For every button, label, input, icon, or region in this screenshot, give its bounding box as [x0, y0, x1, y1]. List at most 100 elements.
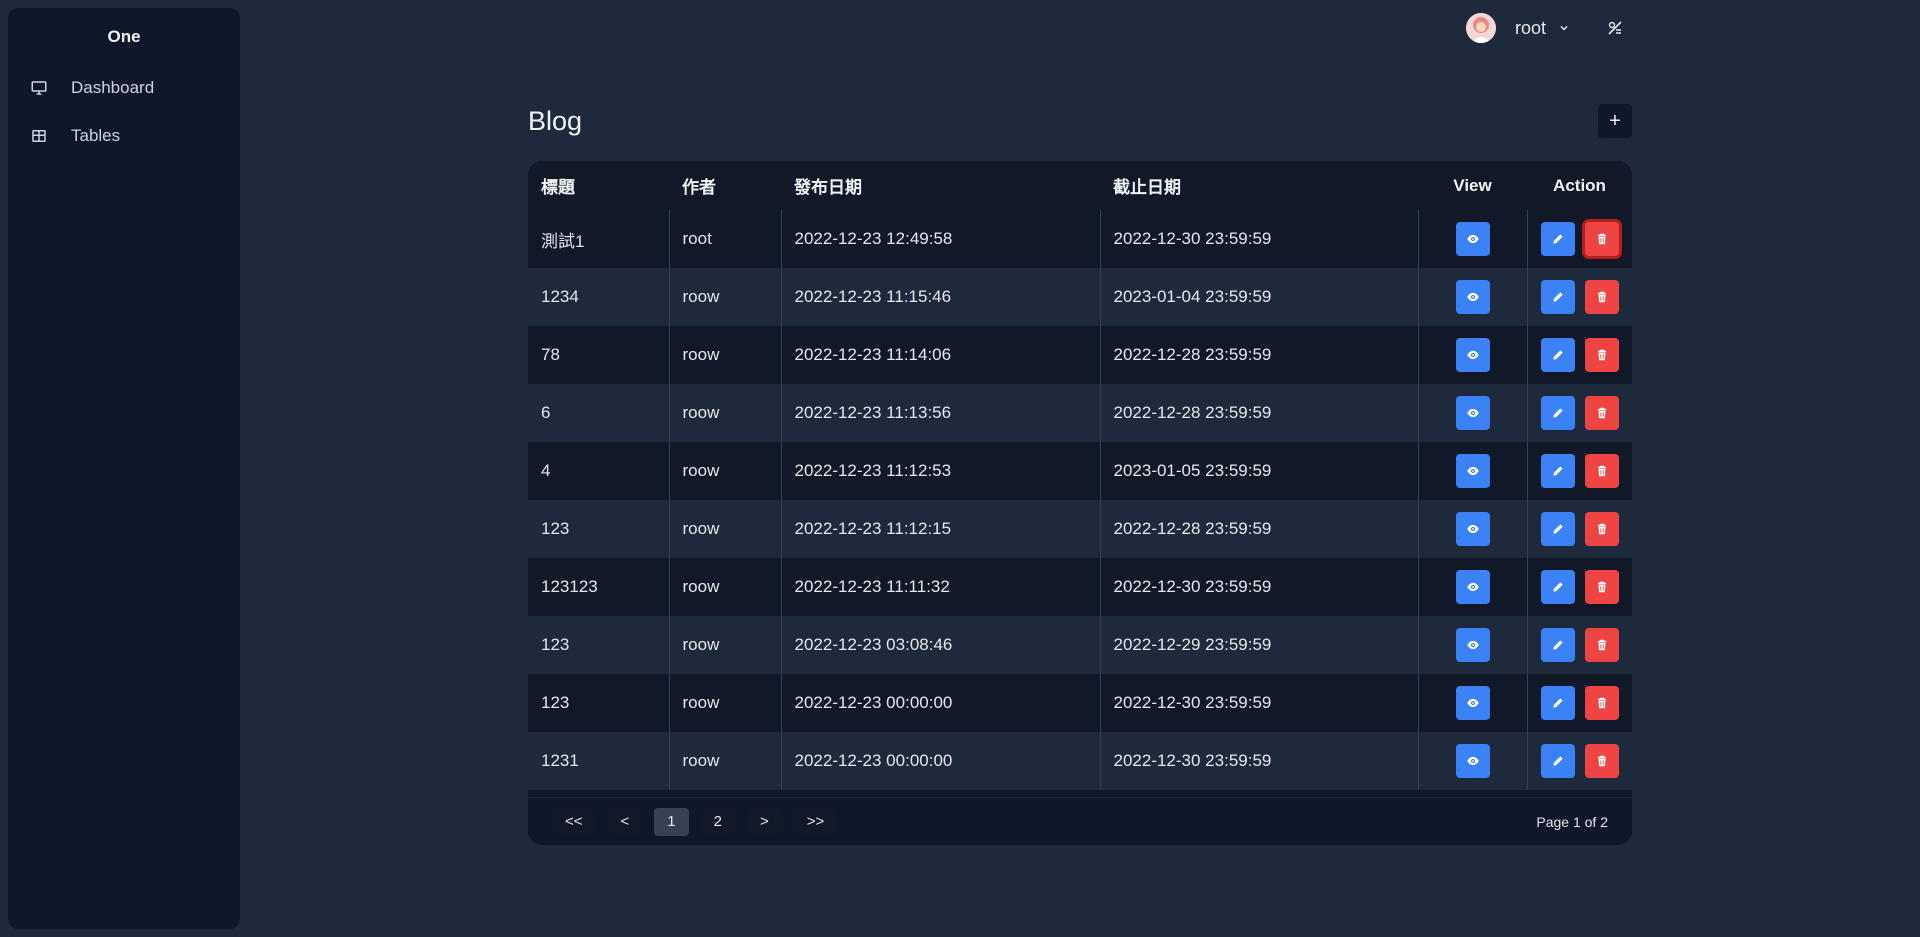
column-header-action: Action: [1527, 161, 1632, 210]
pencil-icon: [1551, 406, 1565, 420]
avatar[interactable]: [1466, 13, 1496, 43]
view-button[interactable]: [1455, 222, 1490, 256]
cell-view: [1417, 732, 1527, 790]
eye-icon: [1466, 232, 1480, 246]
table-row: 123 roow 2022-12-23 03:08:46 2022-12-29 23:…: [528, 616, 1632, 674]
pencil-icon: [1551, 232, 1565, 246]
view-button[interactable]: [1455, 396, 1490, 430]
trash-icon: [1595, 348, 1609, 362]
cell-deadline: 2023-01-04 23:59:59: [1099, 268, 1418, 326]
add-post-button[interactable]: +: [1598, 104, 1632, 138]
view-button[interactable]: [1455, 686, 1490, 720]
cell-published: 2022-12-23 11:15:46: [780, 268, 1100, 326]
cell-view: [1417, 268, 1527, 326]
column-header-author: 作者: [669, 161, 781, 210]
eye-icon: [1466, 522, 1480, 536]
table-icon: [30, 127, 48, 145]
cell-published: 2022-12-23 12:49:58: [780, 210, 1100, 268]
table-header-row: 標題 作者 發布日期 截止日期 View Action: [528, 161, 1632, 210]
blog-table-card: 標題 作者 發布日期 截止日期 View Action 測試1 root 2022-…: [528, 161, 1632, 845]
top-bar: root: [1466, 12, 1624, 44]
cell-title: 123123: [528, 558, 669, 616]
delete-button[interactable]: [1584, 744, 1619, 778]
sidebar-item-dashboard[interactable]: Dashboard: [8, 64, 240, 112]
trash-icon: [1595, 464, 1609, 478]
cell-view: [1417, 210, 1527, 268]
delete-button[interactable]: [1584, 396, 1619, 430]
edit-button[interactable]: [1540, 628, 1575, 662]
cell-author: roow: [668, 500, 781, 558]
cell-author: root: [668, 210, 781, 268]
sidebar-item-tables[interactable]: Tables: [8, 112, 240, 160]
table-row: 測試1 root 2022-12-23 12:49:58 2022-12-30 23:…: [528, 210, 1632, 268]
cell-author: roow: [668, 616, 781, 674]
delete-button[interactable]: [1584, 454, 1619, 488]
page-button-1[interactable]: 1: [654, 807, 689, 836]
next-page-button[interactable]: >: [746, 807, 782, 836]
view-button[interactable]: [1455, 454, 1490, 488]
table-row: 123 roow 2022-12-23 11:12:15 2022-12-28 23:…: [528, 500, 1632, 558]
delete-button[interactable]: [1584, 222, 1619, 256]
eye-icon: [1466, 348, 1480, 362]
blog-table: 標題 作者 發布日期 截止日期 View Action 測試1 root 2022-…: [528, 161, 1632, 790]
chevron-down-icon[interactable]: [1558, 22, 1570, 34]
cell-action: [1526, 268, 1632, 326]
page-button-2[interactable]: 2: [700, 807, 735, 836]
edit-button[interactable]: [1540, 570, 1575, 604]
delete-button[interactable]: [1584, 512, 1619, 546]
theme-toggle-icon[interactable]: [1606, 19, 1624, 37]
page-info: Page 1 of 2: [1536, 814, 1608, 830]
delete-button[interactable]: [1584, 570, 1619, 604]
cell-title: 1231: [528, 732, 669, 790]
cell-author: roow: [668, 732, 781, 790]
edit-button[interactable]: [1540, 744, 1575, 778]
view-button[interactable]: [1455, 280, 1490, 314]
prev-page-button[interactable]: <: [607, 807, 643, 836]
pencil-icon: [1551, 464, 1565, 478]
cell-deadline: 2022-12-30 23:59:59: [1099, 732, 1418, 790]
view-button[interactable]: [1455, 744, 1490, 778]
edit-button[interactable]: [1540, 454, 1575, 488]
username[interactable]: root: [1515, 18, 1546, 39]
cell-title: 4: [528, 442, 669, 500]
cell-view: [1417, 442, 1527, 500]
cell-deadline: 2023-01-05 23:59:59: [1099, 442, 1418, 500]
delete-button[interactable]: [1584, 686, 1619, 720]
view-button[interactable]: [1455, 628, 1490, 662]
cell-action: [1526, 500, 1632, 558]
delete-button[interactable]: [1584, 628, 1619, 662]
cell-deadline: 2022-12-30 23:59:59: [1099, 210, 1418, 268]
pencil-icon: [1551, 290, 1565, 304]
cell-published: 2022-12-23 11:12:15: [780, 500, 1100, 558]
cell-view: [1417, 674, 1527, 732]
view-button[interactable]: [1455, 338, 1490, 372]
delete-button[interactable]: [1584, 338, 1619, 372]
cell-title: 123: [528, 500, 669, 558]
edit-button[interactable]: [1540, 512, 1575, 546]
eye-icon: [1466, 464, 1480, 478]
trash-icon: [1595, 754, 1609, 768]
table-row: 78 roow 2022-12-23 11:14:06 2022-12-28 23:5…: [528, 326, 1632, 384]
view-button[interactable]: [1455, 570, 1490, 604]
cell-deadline: 2022-12-28 23:59:59: [1099, 326, 1418, 384]
cell-title: 測試1: [528, 210, 669, 268]
delete-button[interactable]: [1584, 280, 1619, 314]
view-button[interactable]: [1455, 512, 1490, 546]
edit-button[interactable]: [1540, 686, 1575, 720]
edit-button[interactable]: [1540, 338, 1575, 372]
eye-icon: [1466, 580, 1480, 594]
cell-view: [1417, 558, 1527, 616]
app-brand: One: [107, 27, 141, 46]
first-page-button[interactable]: <<: [552, 807, 596, 836]
edit-button[interactable]: [1540, 222, 1575, 256]
pagination: << < 1 2 > >> Page 1 of 2: [528, 797, 1632, 845]
trash-icon: [1595, 638, 1609, 652]
last-page-button[interactable]: >>: [793, 807, 838, 836]
page-title: Blog: [528, 106, 583, 136]
edit-button[interactable]: [1540, 396, 1575, 430]
cell-view: [1417, 616, 1527, 674]
trash-icon: [1595, 232, 1609, 246]
edit-button[interactable]: [1540, 280, 1575, 314]
trash-icon: [1595, 522, 1609, 536]
cell-author: roow: [668, 384, 781, 442]
